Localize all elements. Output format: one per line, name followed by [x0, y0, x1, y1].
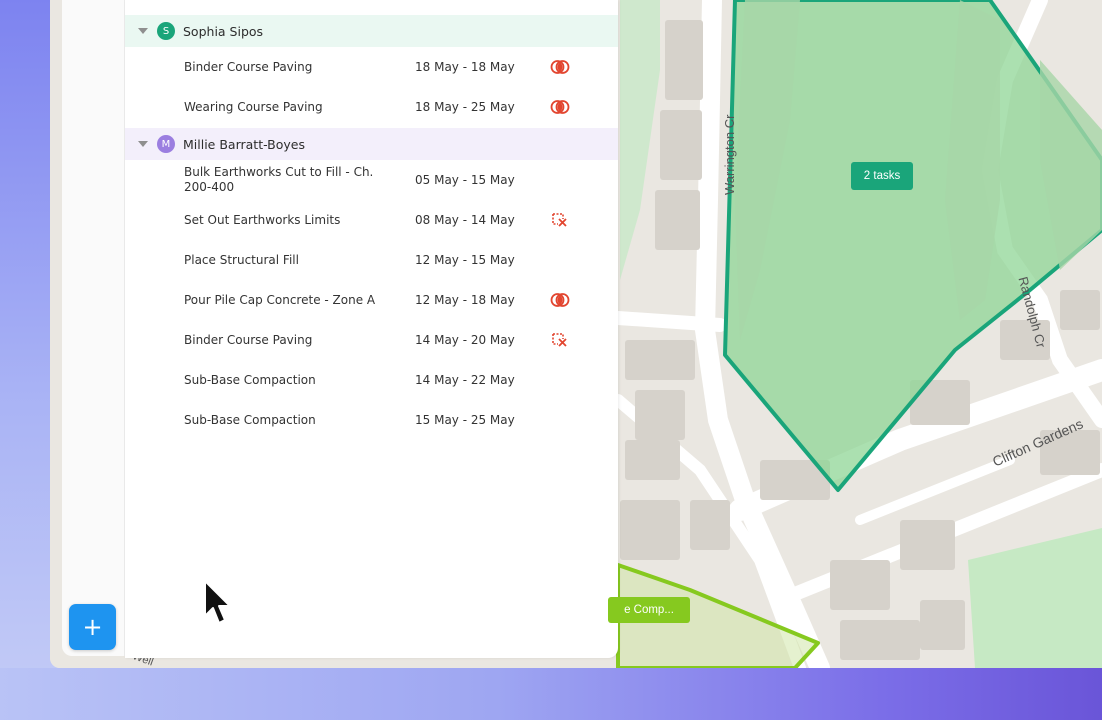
- mouse-cursor-icon: [204, 580, 231, 624]
- task-dates: 05 May - 15 May: [415, 173, 515, 187]
- task-name: Pour Pile Cap Concrete - Zone A: [184, 292, 376, 307]
- avatar: M: [157, 135, 175, 153]
- group-header-millie[interactable]: M Millie Barratt-Boyes: [125, 128, 618, 160]
- task-name: Bulk Earthworks Cut to Fill - Ch. 200-40…: [184, 165, 374, 194]
- overlap-icon[interactable]: [550, 98, 570, 116]
- task-row[interactable]: Wearing Course Paving 18 May - 25 May: [125, 90, 618, 124]
- overlap-icon[interactable]: [550, 58, 570, 76]
- task-dates: 18 May - 25 May: [415, 100, 515, 114]
- assignee-name: Millie Barratt-Boyes: [183, 136, 305, 152]
- street-label-warrington: Warrington Cr: [722, 114, 737, 195]
- task-name: Binder Course Paving: [184, 59, 313, 74]
- desktop-background: [0, 668, 1102, 720]
- task-name: Sub-Base Compaction: [184, 372, 316, 387]
- task-dates: 12 May - 15 May: [415, 253, 515, 267]
- task-row[interactable]: Binder Course Paving 14 May - 20 May: [125, 323, 618, 357]
- task-map-badge[interactable]: e Comp...: [608, 597, 690, 623]
- add-button[interactable]: +: [69, 604, 116, 650]
- task-name: Sub-Base Compaction: [184, 412, 316, 427]
- group-header-sophia[interactable]: S Sophia Sipos: [125, 15, 618, 47]
- task-dates: 12 May - 18 May: [415, 293, 515, 307]
- task-name: Wearing Course Paving: [184, 99, 323, 114]
- task-row[interactable]: Place Structural Fill 12 May - 15 May: [125, 243, 618, 277]
- task-name: Set Out Earthworks Limits: [184, 212, 341, 227]
- task-dates: 08 May - 14 May: [415, 213, 515, 227]
- task-cluster-badge[interactable]: 2 tasks: [851, 162, 913, 190]
- task-dates: 14 May - 22 May: [415, 373, 515, 387]
- no-location-icon[interactable]: [550, 211, 570, 229]
- task-list-panel: S Sophia Sipos Binder Course Paving 18 M…: [125, 0, 618, 658]
- task-dates: 15 May - 25 May: [415, 413, 515, 427]
- avatar: S: [157, 22, 175, 40]
- task-dates: 14 May - 20 May: [415, 333, 515, 347]
- task-row[interactable]: Set Out Earthworks Limits 08 May - 14 Ma…: [125, 203, 618, 237]
- task-dates: 18 May - 18 May: [415, 60, 515, 74]
- collapse-caret-icon[interactable]: [138, 141, 148, 147]
- task-name: Place Structural Fill: [184, 252, 299, 267]
- collapse-caret-icon[interactable]: [138, 28, 148, 34]
- task-row[interactable]: Binder Course Paving 18 May - 18 May: [125, 50, 618, 84]
- no-location-icon[interactable]: [550, 331, 570, 349]
- side-rail: [62, 0, 125, 656]
- task-name: Binder Course Paving: [184, 332, 313, 347]
- task-row[interactable]: Pour Pile Cap Concrete - Zone A 12 May -…: [125, 283, 618, 317]
- task-row[interactable]: Sub-Base Compaction 14 May - 22 May: [125, 363, 618, 397]
- overlap-icon[interactable]: [550, 291, 570, 309]
- task-row[interactable]: Bulk Earthworks Cut to Fill - Ch. 200-40…: [125, 163, 618, 197]
- truncated-row: [125, 0, 618, 4]
- assignee-name: Sophia Sipos: [183, 23, 264, 39]
- task-row[interactable]: Sub-Base Compaction 15 May - 25 May: [125, 403, 618, 437]
